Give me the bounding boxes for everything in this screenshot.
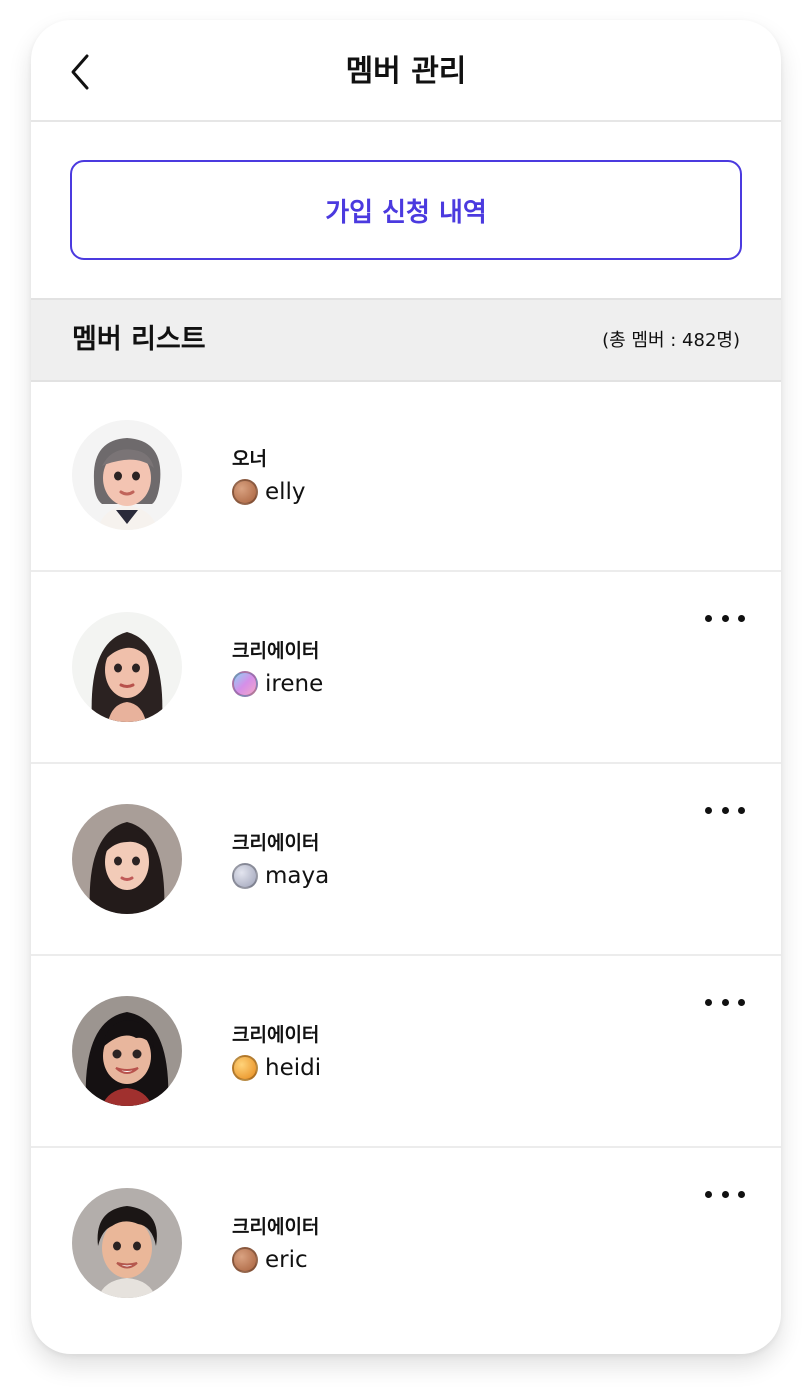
- screen: 멤버 관리 가입 신청 내역 멤버 리스트 (총 멤버 : 482명) 오너 e…: [31, 20, 781, 1354]
- top-bar: 멤버 관리: [31, 20, 781, 122]
- more-dots-icon: [705, 614, 712, 622]
- avatar[interactable]: [72, 996, 182, 1106]
- member-row[interactable]: 오너 elly: [31, 380, 781, 572]
- member-role: 크리에이터: [232, 640, 320, 662]
- bronze-badge-icon: [232, 1247, 258, 1273]
- member-row[interactable]: 크리에이터 irene: [31, 572, 781, 764]
- more-options-button[interactable]: [705, 992, 745, 1012]
- member-username: maya: [265, 863, 330, 889]
- member-list: 오너 elly 크리에이터 irene 크리에이터 maya 크리에이터 hei…: [31, 380, 781, 1338]
- member-role: 오너: [232, 448, 267, 470]
- bronze-badge-icon: [232, 479, 258, 505]
- member-name-line: elly: [232, 476, 306, 508]
- member-name-line: irene: [232, 668, 323, 700]
- member-list-title: 멤버 리스트: [72, 324, 206, 355]
- member-name-line: eric: [232, 1244, 308, 1276]
- more-options-button[interactable]: [705, 1184, 745, 1204]
- avatar[interactable]: [72, 612, 182, 722]
- avatar[interactable]: [72, 804, 182, 914]
- member-username: irene: [265, 671, 324, 697]
- more-options-button[interactable]: [705, 800, 745, 820]
- member-row[interactable]: 크리에이터 maya: [31, 764, 781, 956]
- member-username: eric: [265, 1247, 308, 1273]
- more-dots-icon: [705, 1190, 712, 1198]
- silver-badge-icon: [232, 863, 258, 889]
- avatar[interactable]: [72, 420, 182, 530]
- page-title: 멤버 관리: [345, 54, 467, 89]
- more-dots-icon: [705, 998, 712, 1006]
- member-row[interactable]: 크리에이터 heidi: [31, 956, 781, 1148]
- more-dots-icon: [705, 806, 712, 814]
- member-username: elly: [265, 479, 306, 505]
- avatar[interactable]: [72, 1188, 182, 1298]
- join-requests-button[interactable]: 가입 신청 내역: [70, 160, 742, 260]
- member-role: 크리에이터: [232, 832, 320, 854]
- member-name-line: heidi: [232, 1052, 321, 1084]
- member-row[interactable]: 크리에이터 eric: [31, 1148, 781, 1338]
- member-role: 크리에이터: [232, 1024, 320, 1046]
- gold-badge-icon: [232, 1055, 258, 1081]
- more-options-button[interactable]: [705, 608, 745, 628]
- member-count: (총 멤버 : 482명): [602, 330, 740, 351]
- member-list-header: 멤버 리스트 (총 멤버 : 482명): [31, 298, 781, 382]
- member-role: 크리에이터: [232, 1216, 320, 1238]
- holo-badge-icon: [232, 671, 258, 697]
- member-name-line: maya: [232, 860, 329, 892]
- member-username: heidi: [265, 1055, 322, 1081]
